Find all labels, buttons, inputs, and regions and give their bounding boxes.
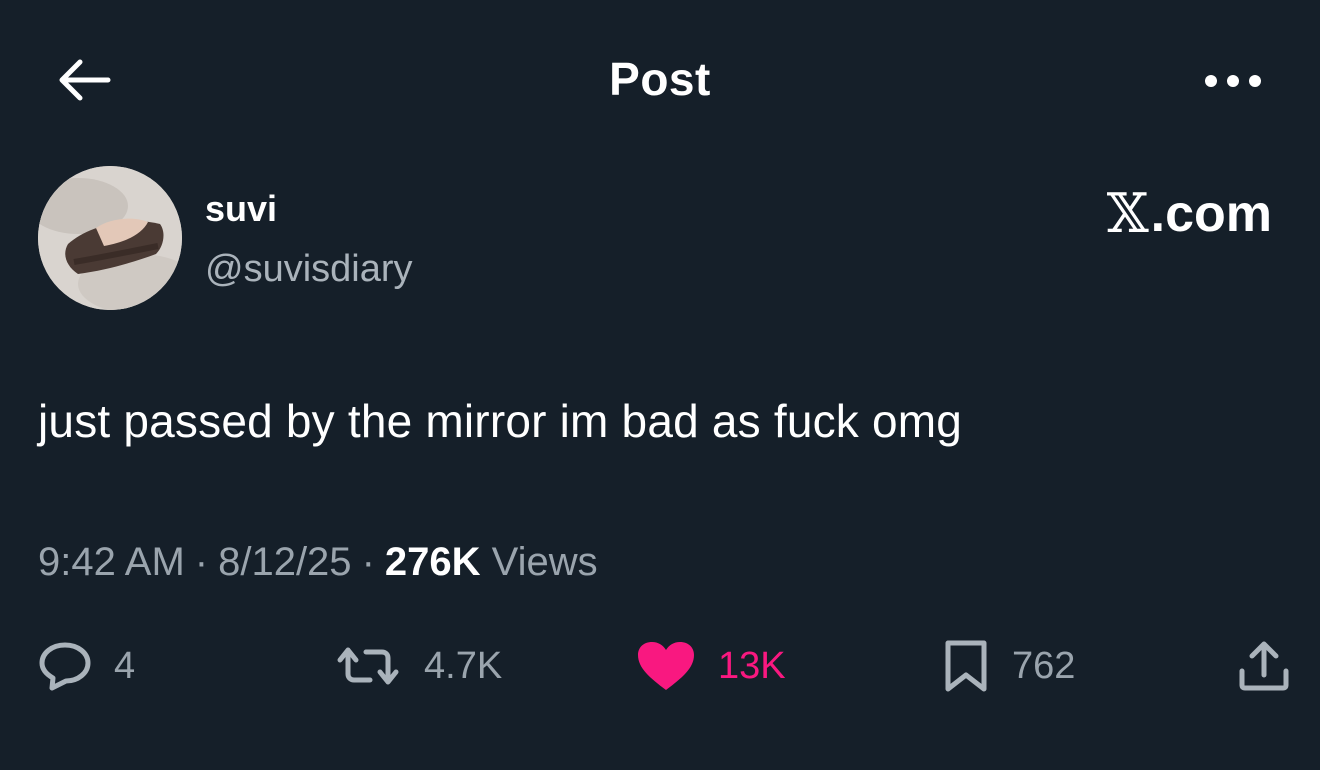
x-logo-icon: 𝕏	[1106, 182, 1149, 245]
separator-dot: ·	[361, 540, 375, 584]
reply-count: 4	[114, 644, 136, 687]
avatar[interactable]	[38, 166, 182, 310]
author-name[interactable]: suvi	[205, 188, 277, 230]
separator-dot: ·	[194, 540, 209, 584]
more-horizontal-icon	[1203, 73, 1263, 89]
post-page: Post suvi @suvisdiary 𝕏 .com just passed…	[0, 0, 1320, 770]
x-com-watermark: 𝕏 .com	[1107, 182, 1272, 245]
repost-icon	[334, 642, 402, 690]
page-title: Post	[609, 53, 711, 105]
bookmark-icon	[942, 639, 990, 693]
share-icon	[1236, 639, 1292, 693]
author-handle[interactable]: @suvisdiary	[205, 248, 413, 291]
share-button[interactable]	[1236, 636, 1292, 696]
heart-filled-icon	[636, 640, 696, 692]
bookmark-button[interactable]: 762	[942, 636, 1075, 696]
post-time[interactable]: 9:42 AM	[38, 540, 185, 584]
reply-icon	[38, 641, 92, 691]
like-count: 13K	[718, 644, 786, 687]
views-label: Views	[491, 540, 598, 584]
post-date[interactable]: 8/12/25	[218, 540, 351, 584]
watermark-text: .com	[1150, 184, 1272, 243]
like-button[interactable]: 13K	[636, 636, 786, 696]
post-text: just passed by the mirror im bad as fuck…	[38, 395, 963, 447]
more-options-button[interactable]	[1198, 56, 1268, 106]
repost-button[interactable]: 4.7K	[334, 636, 502, 696]
repost-count: 4.7K	[424, 644, 503, 687]
bookmark-count: 762	[1012, 644, 1076, 687]
views-count[interactable]: 276K	[385, 540, 481, 584]
post-metadata: 9:42 AM · 8/12/25 · 276K Views	[38, 540, 598, 585]
reply-button[interactable]: 4	[38, 636, 135, 696]
